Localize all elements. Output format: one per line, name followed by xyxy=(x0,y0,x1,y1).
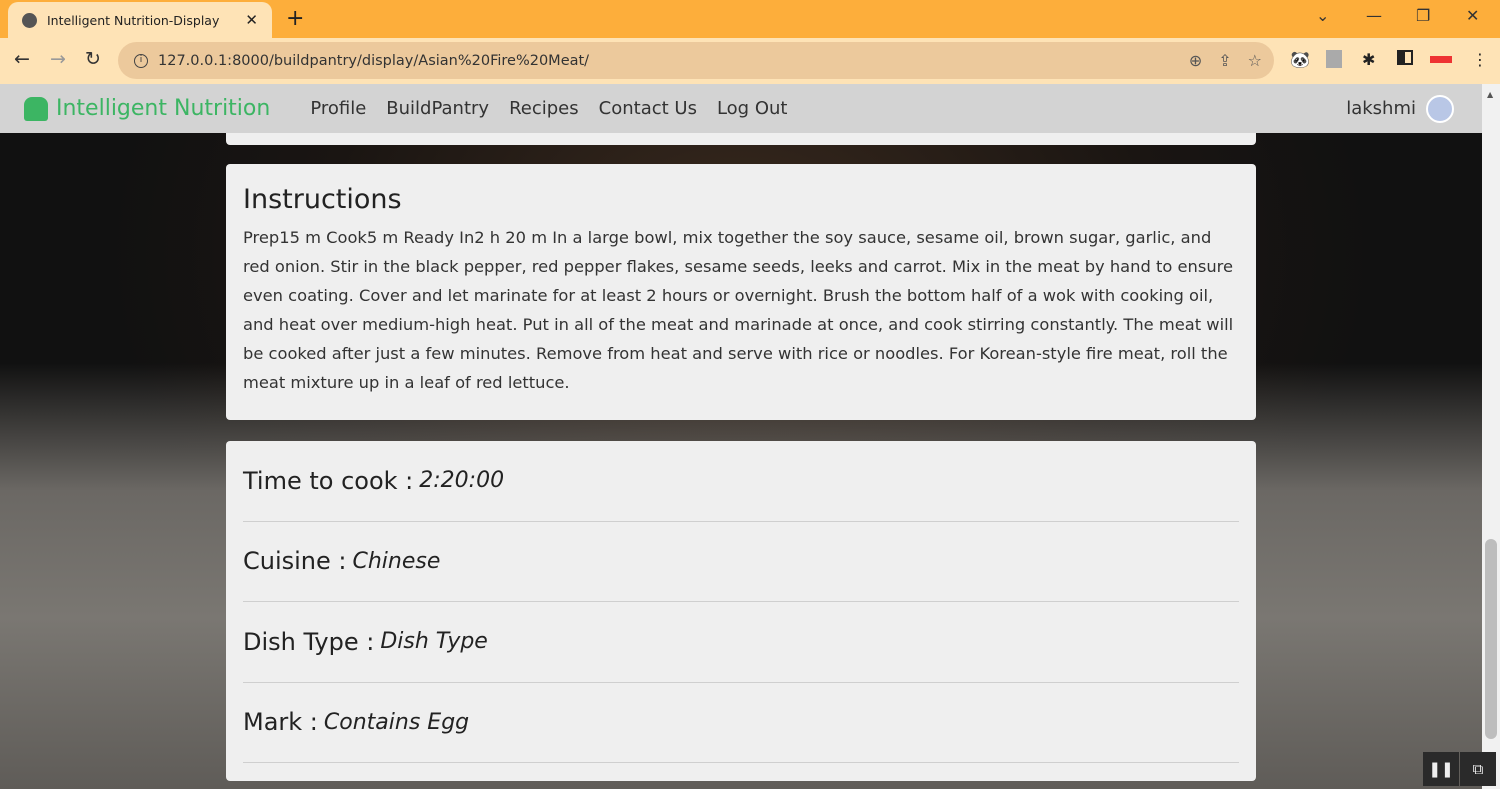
recipe-details-card: Time to cook :2:20:00 Cuisine : Chinese D… xyxy=(226,441,1256,781)
new-tab-icon[interactable]: + xyxy=(286,6,304,31)
detail-mark: Mark : Contains Egg xyxy=(243,683,1239,763)
info-icon[interactable]: i xyxy=(134,53,148,68)
detail-time: Time to cook :2:20:00 xyxy=(243,441,1239,522)
nav-profile[interactable]: Profile xyxy=(310,98,366,119)
username: lakshmi xyxy=(1346,98,1416,119)
restore-icon[interactable]: ❐ xyxy=(1416,6,1430,25)
detail-cuisine: Cuisine : Chinese xyxy=(243,522,1239,602)
scrollbar-thumb[interactable] xyxy=(1485,539,1497,739)
detail-value: Dish Type xyxy=(380,629,488,655)
instructions-card: Instructions Prep15 m Cook5 m Ready In2 … xyxy=(226,164,1256,420)
menu-icon[interactable]: ⋮ xyxy=(1472,50,1488,69)
brand-name: Intelligent Nutrition xyxy=(56,96,271,121)
brand-logo[interactable]: Intelligent Nutrition xyxy=(24,96,270,121)
extensions-puzzle-icon[interactable]: ✱ xyxy=(1362,50,1375,69)
avatar xyxy=(1426,94,1454,123)
back-icon[interactable]: ← xyxy=(14,48,30,70)
detail-label: Dish Type : xyxy=(243,627,375,656)
tab-title: Intelligent Nutrition-Display xyxy=(47,12,220,28)
tab-search-icon[interactable]: ⌄ xyxy=(1316,6,1329,25)
instructions-text: Prep15 m Cook5 m Ready In2 h 20 m In a l… xyxy=(243,228,1234,392)
chef-hat-icon xyxy=(24,96,48,121)
page-scrollbar[interactable]: ▲ xyxy=(1482,84,1500,789)
nav-log-out[interactable]: Log Out xyxy=(717,98,788,119)
url-text[interactable]: 127.0.0.1:8000/buildpantry/display/Asian… xyxy=(158,53,589,69)
globe-icon xyxy=(22,12,37,28)
share-icon[interactable]: ⇪ xyxy=(1218,51,1231,70)
close-window-icon[interactable]: ✕ xyxy=(1466,6,1479,25)
browser-tab[interactable]: Intelligent Nutrition-Display ✕ xyxy=(8,2,272,38)
previous-card xyxy=(226,133,1256,145)
detail-dish-type: Dish Type : Dish Type xyxy=(243,602,1239,683)
close-tab-icon[interactable]: ✕ xyxy=(245,11,258,29)
nav-buildpantry[interactable]: BuildPantry xyxy=(386,98,489,119)
profile-extension-icon[interactable] xyxy=(1326,50,1342,68)
site-navbar: Intelligent Nutrition Profile BuildPantr… xyxy=(0,84,1482,133)
detail-label: Mark : xyxy=(243,708,318,737)
detail-value: Chinese xyxy=(352,548,441,574)
detail-value: Contains Egg xyxy=(323,709,470,735)
browser-tab-bar: Intelligent Nutrition-Display ✕ + ⌄ — ❐ … xyxy=(0,0,1500,38)
browser-toolbar: ← → ↻ i 127.0.0.1:8000/buildpantry/displ… xyxy=(0,38,1500,84)
picture-in-picture-icon[interactable]: ⧉ xyxy=(1460,752,1496,786)
nav-contact-us[interactable]: Contact Us xyxy=(599,98,697,119)
pause-icon[interactable]: ❚❚ xyxy=(1423,752,1459,786)
panda-extension-icon[interactable]: 🐼 xyxy=(1290,50,1310,69)
star-icon[interactable]: ☆ xyxy=(1248,51,1262,70)
detail-value: 2:20:00 xyxy=(419,468,505,494)
reload-icon[interactable]: ↻ xyxy=(85,48,101,70)
forward-icon[interactable]: → xyxy=(50,48,66,70)
detail-label: Time to cook : xyxy=(243,466,414,495)
user-menu[interactable]: lakshmi xyxy=(1346,94,1454,123)
zoom-icon[interactable]: ⊕ xyxy=(1189,51,1202,70)
minimize-icon[interactable]: — xyxy=(1366,6,1382,25)
nav-recipes[interactable]: Recipes xyxy=(509,98,579,119)
instructions-heading: Instructions xyxy=(243,184,402,215)
address-bar[interactable]: i 127.0.0.1:8000/buildpantry/display/Asi… xyxy=(118,42,1274,79)
side-panel-icon[interactable] xyxy=(1397,50,1413,65)
record-extension-icon[interactable] xyxy=(1430,56,1452,63)
scroll-up-icon[interactable]: ▲ xyxy=(1487,90,1493,99)
detail-label: Cuisine : xyxy=(243,547,347,576)
